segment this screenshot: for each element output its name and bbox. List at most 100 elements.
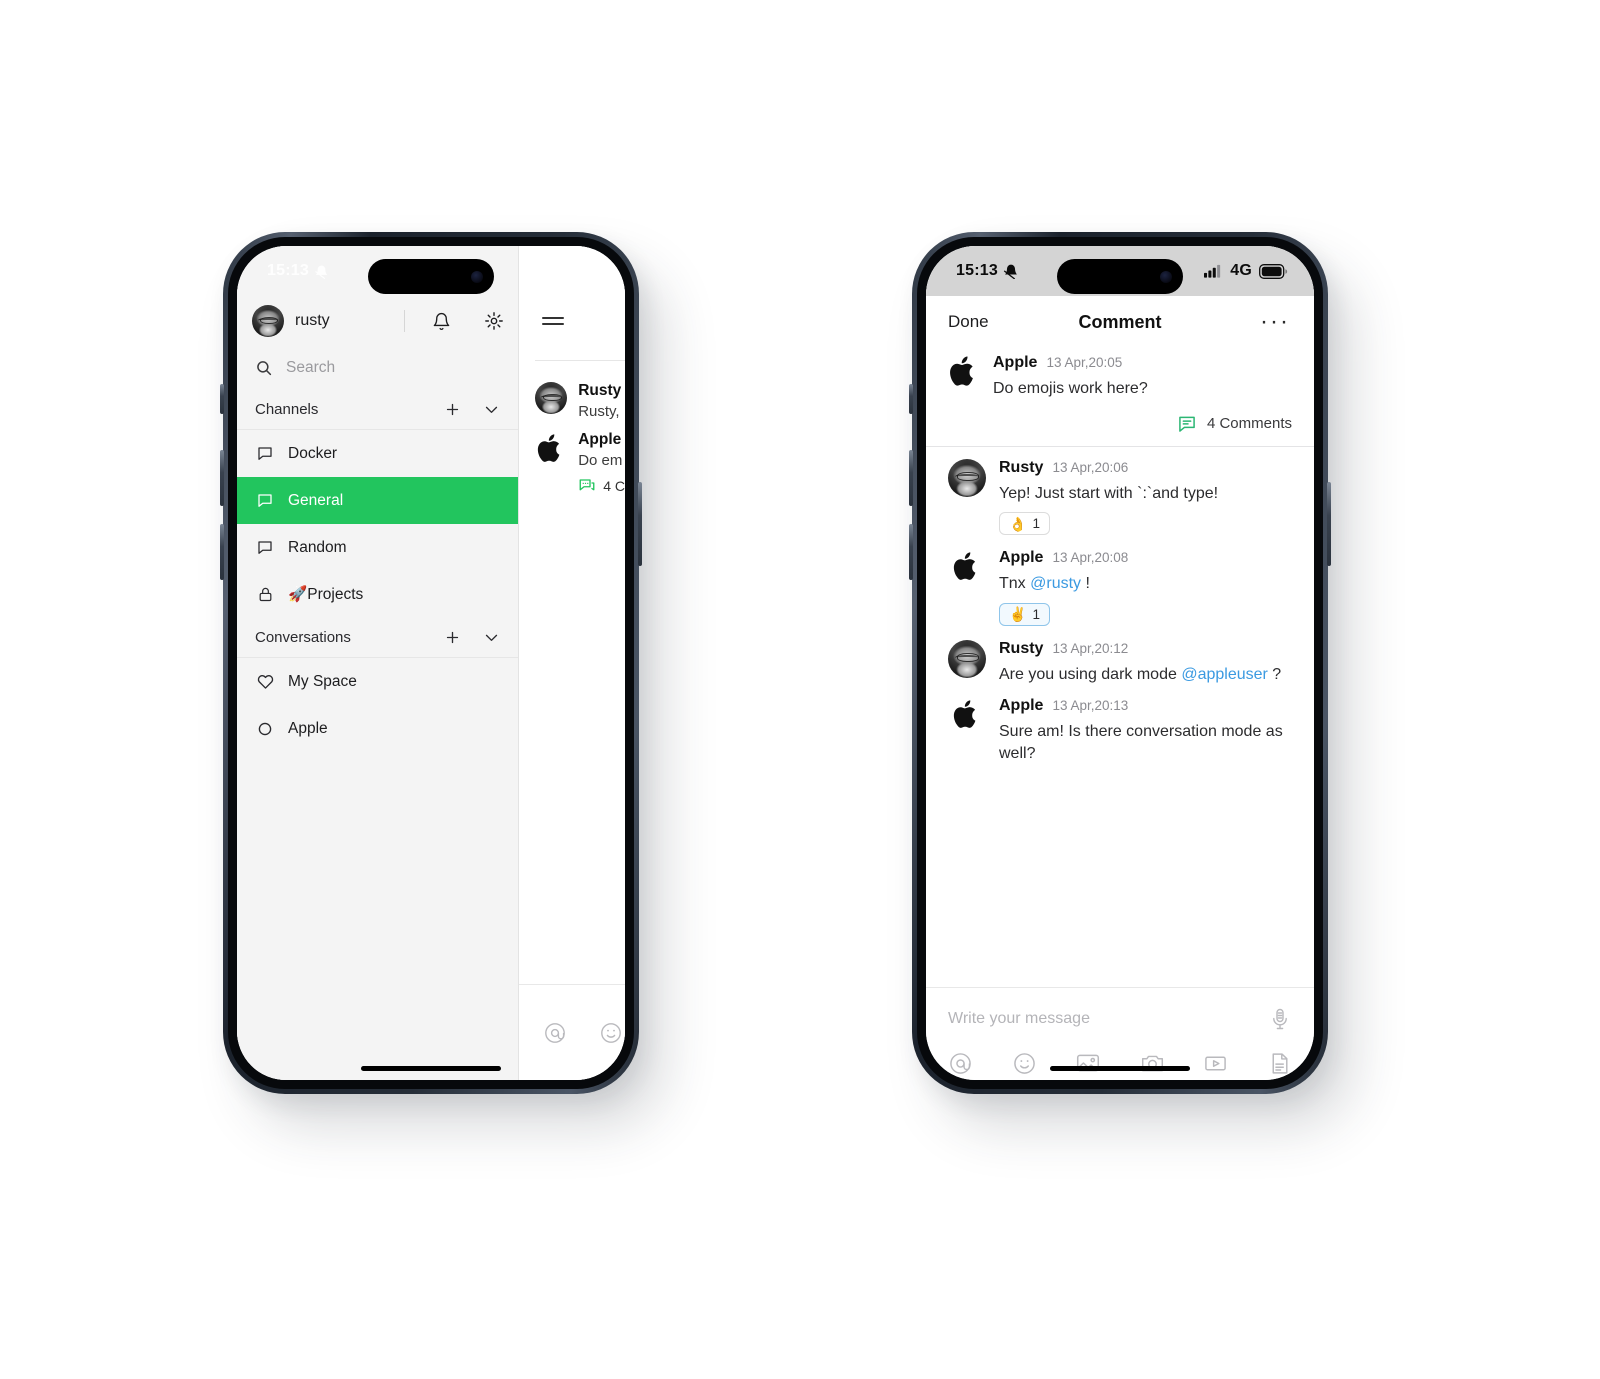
sidebar-item-general[interactable]: General bbox=[237, 477, 519, 524]
battery-icon bbox=[1259, 263, 1288, 279]
right-phone-screen: Done Comment ··· Apple 13 Apr,20:05 Do e… bbox=[926, 246, 1314, 1080]
message-author: Rusty bbox=[578, 382, 622, 399]
sidebar-item-apple[interactable]: Apple bbox=[237, 705, 518, 752]
right-phone-bezel: Done Comment ··· Apple 13 Apr,20:05 Do e… bbox=[917, 237, 1323, 1089]
left-phone-bezel: rusty Search Channels Docker General Ran… bbox=[228, 237, 634, 1089]
section-header-conversations: Conversations bbox=[237, 618, 519, 658]
power-button[interactable] bbox=[1327, 482, 1331, 566]
message-input[interactable]: Write your message bbox=[948, 1010, 1268, 1028]
bell-slash-icon bbox=[1003, 263, 1019, 279]
mention-link[interactable]: @appleuser bbox=[1181, 666, 1268, 683]
mention-icon[interactable] bbox=[948, 1051, 973, 1076]
search-input[interactable]: Search bbox=[237, 346, 518, 390]
volume-up-button[interactable] bbox=[220, 450, 224, 506]
list-item[interactable]: Rusty Rusty, bbox=[519, 375, 625, 424]
video-icon[interactable] bbox=[1203, 1051, 1228, 1076]
plus-icon[interactable] bbox=[444, 401, 461, 418]
right-phone-device: Done Comment ··· Apple 13 Apr,20:05 Do e… bbox=[909, 232, 1331, 1094]
left-phone-screen: rusty Search Channels Docker General Ran… bbox=[237, 246, 625, 1080]
comment-text-after: ? bbox=[1267, 665, 1282, 683]
chevron-down-icon[interactable] bbox=[483, 401, 500, 418]
comment-text: Yep! Just start with `:`and type! bbox=[999, 484, 1219, 502]
circle-icon bbox=[255, 719, 275, 739]
channel-icon bbox=[255, 444, 275, 464]
front-camera bbox=[471, 270, 483, 283]
volume-up-button[interactable] bbox=[909, 450, 913, 506]
reaction-emoji: 👌 bbox=[1009, 515, 1027, 532]
bell-slash-icon bbox=[314, 264, 329, 279]
mute-switch[interactable] bbox=[220, 384, 224, 414]
dynamic-island bbox=[1057, 259, 1183, 294]
comment-item[interactable]: Apple 13 Apr,20:13 Sure am! Is there con… bbox=[948, 697, 1292, 764]
comment-item[interactable]: Rusty 13 Apr,20:06 Yep! Just start with … bbox=[948, 458, 1292, 545]
emoji-icon[interactable] bbox=[599, 1021, 623, 1045]
avatar[interactable] bbox=[252, 305, 284, 337]
comments-count-row[interactable]: 4 Comments bbox=[948, 414, 1292, 434]
more-horizontal-icon[interactable]: ··· bbox=[1260, 310, 1290, 334]
drawer-user-row[interactable]: rusty bbox=[237, 296, 518, 346]
channel-icon bbox=[255, 538, 275, 558]
sidebar-item-my-space[interactable]: My Space bbox=[237, 658, 518, 705]
volume-down-button[interactable] bbox=[220, 524, 224, 580]
page-title: Comment bbox=[1078, 311, 1162, 332]
comment-item[interactable]: Rusty 13 Apr,20:12 Are you using dark mo… bbox=[948, 639, 1292, 686]
sidebar-item-random[interactable]: Random bbox=[237, 524, 518, 571]
volume-down-button[interactable] bbox=[909, 524, 913, 580]
comment-timestamp: 13 Apr,20:13 bbox=[1052, 698, 1129, 714]
reaction-badge[interactable]: 👌 1 bbox=[999, 512, 1050, 536]
mention-icon[interactable] bbox=[543, 1021, 567, 1045]
mute-switch[interactable] bbox=[909, 384, 913, 414]
comment-author: Apple bbox=[999, 697, 1044, 715]
done-button[interactable]: Done bbox=[948, 312, 989, 332]
comment-timestamp: 13 Apr,20:12 bbox=[1052, 640, 1129, 656]
bell-icon[interactable] bbox=[432, 312, 451, 331]
status-time: 15:13 bbox=[267, 262, 309, 279]
comments-count-label: 4 Comments bbox=[1206, 415, 1292, 433]
chevron-down-icon[interactable] bbox=[483, 629, 500, 646]
comment-text-before: Are you using dark mode bbox=[999, 665, 1182, 683]
camera-icon[interactable] bbox=[1140, 1051, 1165, 1076]
sidebar-item-label: 🚀Projects bbox=[288, 586, 364, 603]
comment-count[interactable]: 4 C bbox=[578, 477, 625, 495]
sidebar-item-label: Apple bbox=[288, 719, 328, 737]
comment-icon bbox=[1177, 414, 1197, 434]
power-button[interactable] bbox=[638, 482, 642, 566]
microphone-icon[interactable] bbox=[1268, 1007, 1292, 1031]
gear-icon[interactable] bbox=[484, 311, 504, 331]
section-title: Conversations bbox=[255, 629, 351, 646]
mention-link[interactable]: @rusty bbox=[1030, 575, 1081, 592]
root-post: Apple 13 Apr,20:05 Do emojis work here? bbox=[926, 348, 1314, 446]
emoji-icon[interactable] bbox=[1012, 1051, 1037, 1076]
chat-header bbox=[519, 296, 625, 346]
sidebar-item-label: My Space bbox=[288, 672, 357, 690]
chat-panel-peek: Rusty Rusty, Apple Do em 4 C bbox=[519, 246, 625, 1080]
message-text: Rusty, bbox=[578, 403, 620, 420]
comment-thread: Rusty 13 Apr,20:06 Yep! Just start with … bbox=[926, 447, 1314, 987]
plus-icon[interactable] bbox=[444, 629, 461, 646]
post-text: Do emojis work here? bbox=[993, 380, 1148, 397]
lock-icon bbox=[255, 585, 275, 605]
search-placeholder: Search bbox=[286, 359, 336, 376]
reaction-badge[interactable]: ✌️ 1 bbox=[999, 602, 1050, 626]
avatar bbox=[948, 458, 986, 497]
avatar bbox=[535, 382, 568, 414]
list-item[interactable]: Apple Do em 4 C bbox=[519, 424, 625, 499]
sidebar-item-docker[interactable]: Docker bbox=[237, 430, 518, 477]
avatar bbox=[948, 639, 986, 678]
image-icon[interactable] bbox=[1075, 1050, 1101, 1076]
home-indicator[interactable] bbox=[361, 1066, 501, 1071]
reaction-emoji: ✌️ bbox=[1009, 606, 1027, 623]
comment-author: Rusty bbox=[999, 639, 1044, 657]
hamburger-menu-icon[interactable] bbox=[542, 313, 565, 329]
cellular-signal-icon bbox=[1204, 264, 1223, 278]
apple-logo bbox=[948, 354, 980, 388]
reaction-list: ✌️ 1 bbox=[999, 602, 1292, 626]
document-icon[interactable] bbox=[1267, 1051, 1292, 1076]
reaction-list: 👌 1 bbox=[999, 512, 1292, 536]
home-indicator[interactable] bbox=[1050, 1066, 1190, 1071]
sidebar-item-projects[interactable]: 🚀Projects bbox=[237, 571, 518, 618]
post-timestamp: 13 Apr,20:05 bbox=[1046, 355, 1123, 370]
navigation-drawer: rusty Search Channels Docker General Ran… bbox=[237, 246, 520, 1080]
comment-text: Are you using dark mode @appleuser ? bbox=[999, 664, 1292, 686]
comment-item[interactable]: Apple 13 Apr,20:08 Tnx @rusty ! ✌️ 1 bbox=[948, 549, 1292, 635]
